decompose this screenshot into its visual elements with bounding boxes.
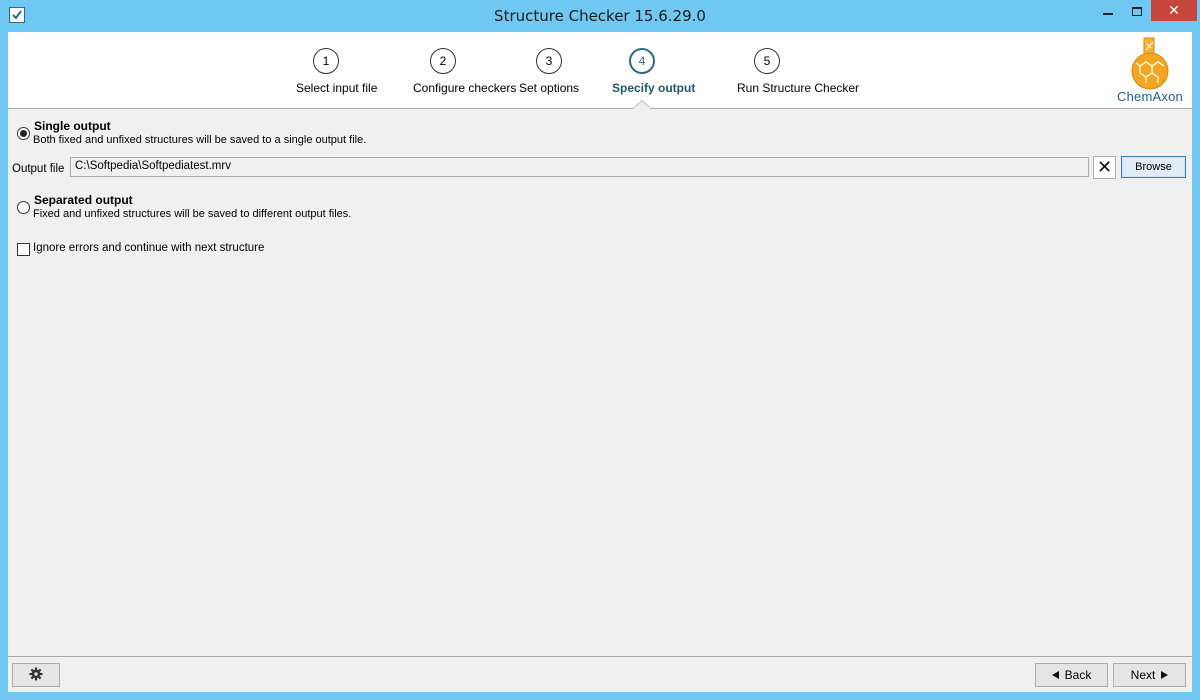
step-label: Set options — [519, 81, 580, 95]
output-file-input[interactable]: C:\Softpedia\Softpediatest.mrv — [70, 157, 1089, 177]
logo-text: ChemAxon — [1117, 89, 1183, 104]
step-label: Select input file — [296, 81, 378, 95]
wizard-step-2[interactable]: 2 Configure checkers — [413, 48, 517, 95]
step-number-circle: 5 — [754, 48, 780, 74]
window-client: 1 Select input file 2 Configure checkers… — [8, 32, 1192, 692]
back-label: Back — [1064, 668, 1092, 682]
ignore-errors-label: Ignore errors and continue with next str… — [33, 242, 265, 254]
wizard-footer: Back Next — [8, 656, 1192, 692]
wizard-step-3[interactable]: 3 Set options — [519, 48, 579, 95]
step-number-circle: 1 — [313, 48, 339, 74]
wizard-step-5[interactable]: 5 Run Structure Checker — [737, 48, 860, 95]
output-file-label: Output file — [12, 163, 65, 175]
clear-x-icon: ✕ — [1096, 157, 1113, 177]
next-arrow-icon — [1161, 671, 1169, 679]
clear-output-button[interactable]: ✕ — [1093, 156, 1116, 179]
maximize-button[interactable] — [1123, 0, 1150, 22]
step-number-circle: 3 — [536, 48, 562, 74]
separated-output-radio[interactable] — [17, 201, 30, 214]
step-label: Specify output — [612, 81, 696, 95]
maximize-icon — [1131, 6, 1142, 16]
step-number-circle: 4 — [629, 48, 655, 74]
wizard-step-1[interactable]: 1 Select input file — [296, 48, 378, 95]
flask-logo-icon — [1131, 37, 1169, 90]
close-icon: ✕ — [1168, 2, 1180, 18]
back-button[interactable]: Back — [1035, 663, 1108, 687]
title-bar: Structure Checker 15.6.29.0 ✕ — [0, 0, 1200, 32]
wizard-header: 1 Select input file 2 Configure checkers… — [8, 32, 1192, 109]
single-output-radio[interactable] — [17, 127, 30, 140]
separated-output-description: Fixed and unfixed structures will be sav… — [33, 208, 352, 220]
minimize-icon — [1103, 13, 1113, 15]
step-number-circle: 2 — [430, 48, 456, 74]
step-label: Configure checkers — [413, 81, 517, 95]
browse-button[interactable]: Browse — [1121, 156, 1186, 178]
settings-button[interactable] — [12, 663, 60, 687]
separated-output-title: Separated output — [34, 193, 133, 207]
gear-icon — [29, 667, 43, 681]
single-output-description: Both fixed and unfixed structures will b… — [33, 134, 367, 146]
back-arrow-icon — [1051, 671, 1059, 679]
minimize-button[interactable] — [1094, 0, 1122, 22]
chemaxon-logo: ChemAxon — [1108, 36, 1192, 106]
next-button[interactable]: Next — [1113, 663, 1186, 687]
step-label: Run Structure Checker — [737, 81, 860, 95]
close-button[interactable]: ✕ — [1151, 0, 1197, 21]
ignore-errors-checkbox[interactable] — [17, 243, 30, 256]
next-label: Next — [1130, 668, 1156, 682]
active-step-pointer — [632, 100, 652, 109]
window-title: Structure Checker 15.6.29.0 — [494, 7, 706, 25]
wizard-step-4[interactable]: 4 Specify output — [612, 48, 696, 95]
single-output-title: Single output — [34, 119, 111, 133]
